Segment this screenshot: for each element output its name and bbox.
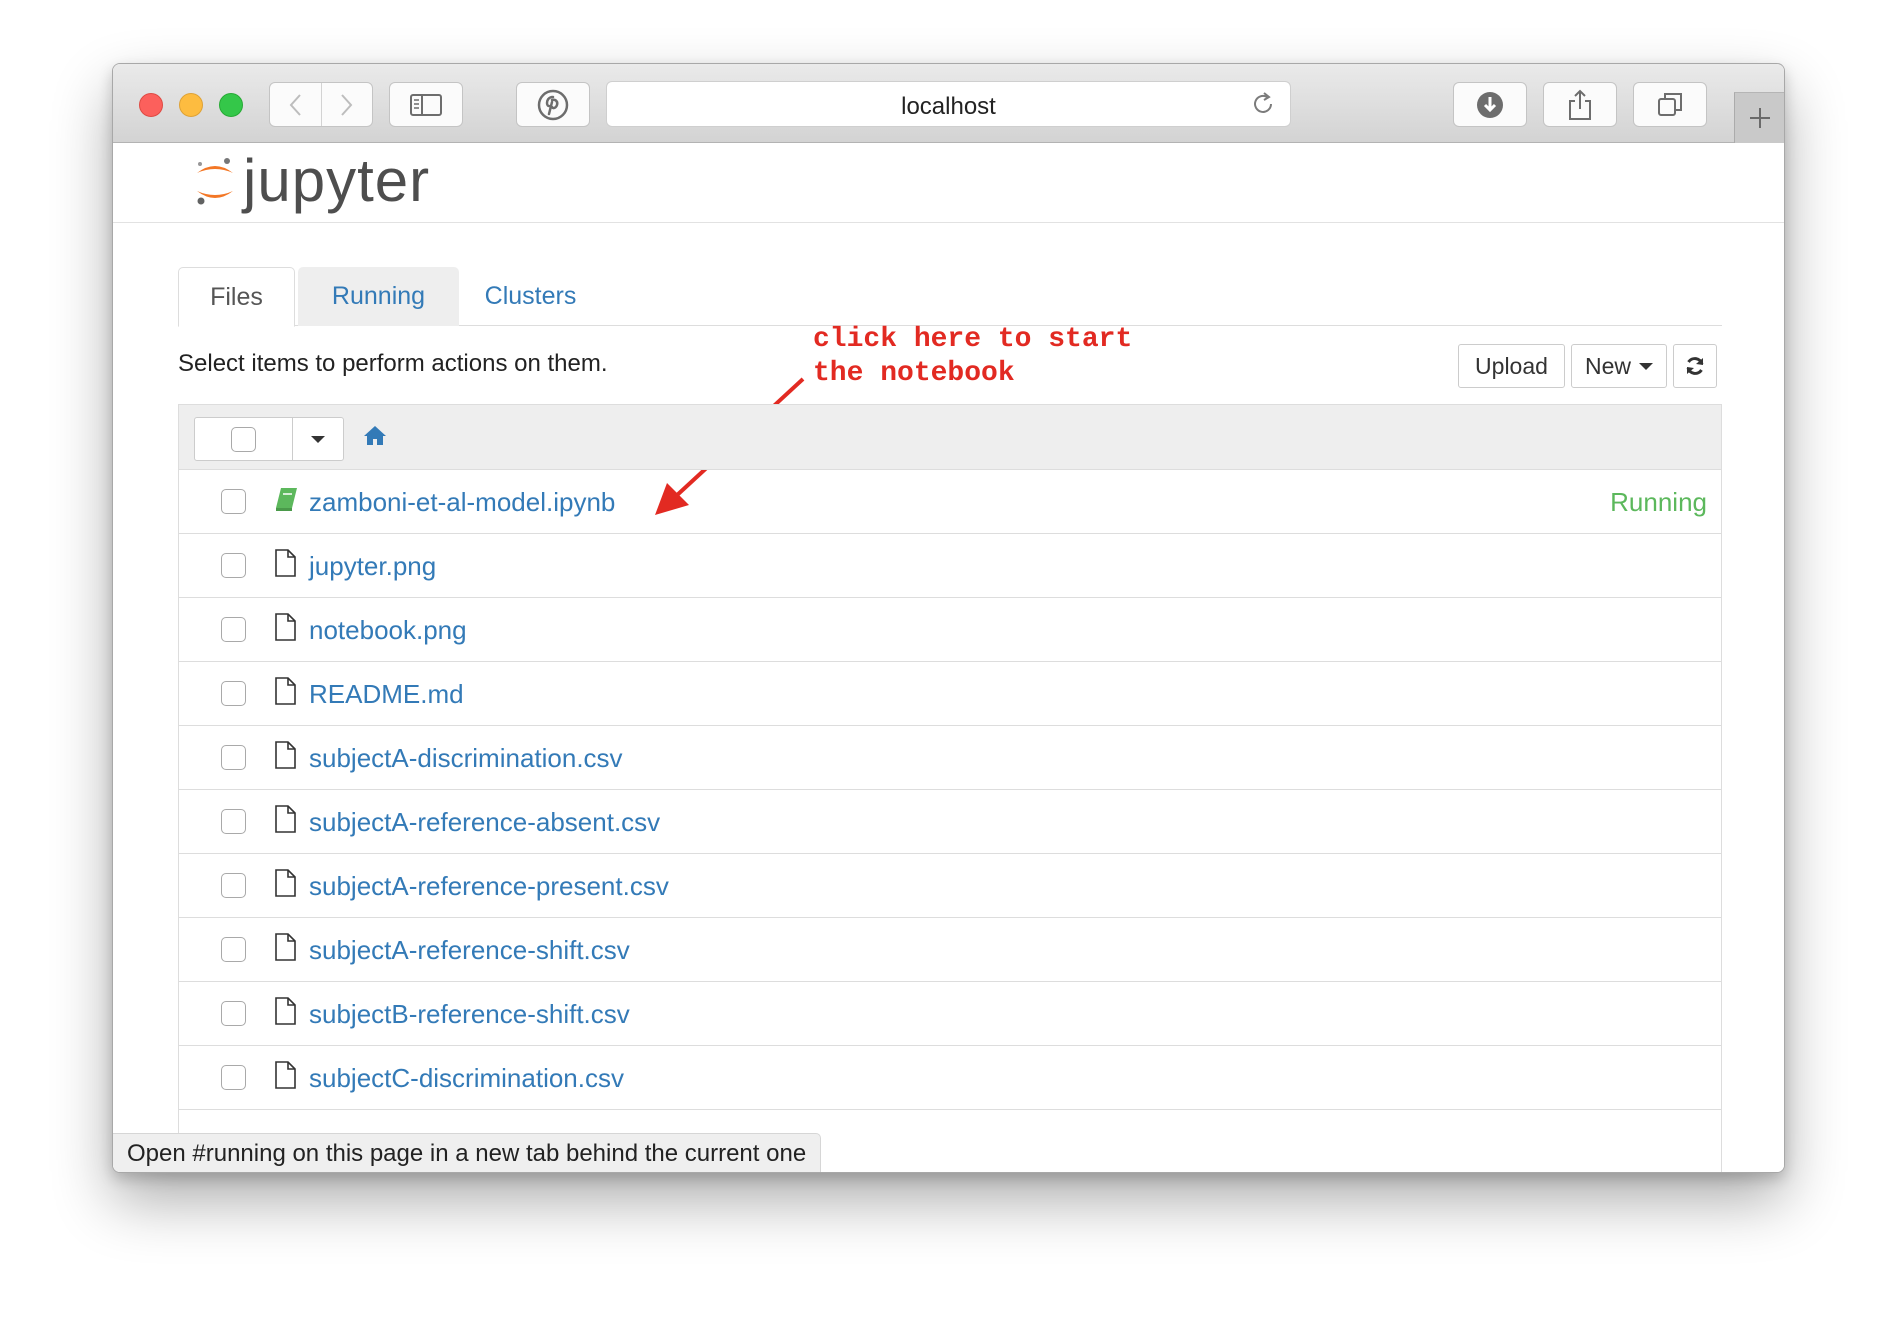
page-content: jupyter Files Running Clusters Select it…: [113, 143, 1784, 1172]
tab-running[interactable]: Running: [298, 267, 459, 326]
file-row[interactable]: README.md: [179, 662, 1721, 726]
select-all-checkbox-container: [195, 418, 293, 460]
downloads-button[interactable]: [1453, 82, 1527, 127]
file-link[interactable]: subjectA-reference-shift.csv: [309, 935, 630, 966]
file-checkbox[interactable]: [221, 809, 246, 834]
file-icon: [275, 613, 296, 641]
file-checkbox[interactable]: [221, 617, 246, 642]
file-icon: [275, 549, 296, 577]
browser-toolbar: localhost: [113, 64, 1784, 143]
address-bar[interactable]: localhost: [606, 81, 1291, 127]
file-checkbox[interactable]: [221, 1001, 246, 1026]
running-status: Running: [1610, 487, 1707, 517]
file-link[interactable]: README.md: [309, 679, 464, 710]
caret-down-icon: [311, 435, 325, 443]
jupyter-logo[interactable]: jupyter: [193, 151, 430, 211]
file-row[interactable]: subjectC-discrimination.csv: [179, 1046, 1721, 1110]
file-row[interactable]: subjectA-reference-present.csv: [179, 854, 1721, 918]
tab-clusters[interactable]: Clusters: [462, 267, 599, 326]
browser-window: localhost jupyter Files Running Clusters…: [112, 63, 1785, 1173]
file-link[interactable]: zamboni-et-al-model.ipynb: [309, 487, 615, 518]
file-checkbox[interactable]: [221, 553, 246, 578]
file-icon: [275, 997, 296, 1025]
pinterest-icon: [537, 89, 569, 120]
file-checkbox[interactable]: [221, 1065, 246, 1090]
plus-icon: [1749, 108, 1770, 128]
select-all-group: [194, 417, 344, 461]
file-checkbox[interactable]: [221, 745, 246, 770]
select-dropdown-toggle[interactable]: [293, 418, 343, 460]
link-status-bar: Open #running on this page in a new tab …: [113, 1133, 822, 1172]
file-icon: [275, 741, 296, 769]
home-icon[interactable]: [362, 424, 388, 446]
share-button[interactable]: [1543, 82, 1617, 127]
file-link[interactable]: subjectA-reference-present.csv: [309, 871, 669, 902]
refresh-button[interactable]: [1673, 344, 1717, 388]
notebook-icon: [276, 488, 297, 511]
tab-bar: Files Running Clusters: [178, 267, 1722, 327]
download-icon: [1477, 91, 1503, 118]
file-link[interactable]: notebook.png: [309, 615, 467, 646]
file-list-header: [179, 405, 1721, 470]
file-row[interactable]: subjectA-discrimination.csv: [179, 726, 1721, 790]
back-button[interactable]: [270, 83, 321, 126]
file-row[interactable]: subjectA-reference-absent.csv: [179, 790, 1721, 854]
tabs-icon: [1658, 92, 1682, 116]
jupyter-logo-icon: [197, 158, 233, 205]
file-icon: [275, 1061, 296, 1089]
close-window-button[interactable]: [139, 93, 163, 117]
refresh-icon: [1686, 357, 1704, 375]
new-dropdown-button[interactable]: New: [1571, 344, 1667, 388]
file-icon: [275, 677, 296, 705]
logo-text: jupyter: [243, 147, 431, 214]
forward-button[interactable]: [320, 83, 372, 126]
chevron-right-icon: [341, 93, 353, 116]
file-row[interactable]: subjectB-reference-shift.csv: [179, 982, 1721, 1046]
file-icon: [275, 805, 296, 833]
file-row[interactable]: zamboni-et-al-model.ipynb Running: [179, 470, 1721, 534]
file-checkbox[interactable]: [221, 873, 246, 898]
upload-button[interactable]: Upload: [1458, 344, 1565, 388]
share-icon: [1569, 89, 1591, 120]
file-row[interactable]: subjectA-reference-shift.csv: [179, 918, 1721, 982]
select-all-checkbox[interactable]: [231, 426, 256, 452]
caret-down-icon: [1639, 362, 1653, 370]
tab-files[interactable]: Files: [178, 267, 295, 327]
file-checkbox[interactable]: [221, 681, 246, 706]
file-link[interactable]: subjectC-discrimination.csv: [309, 1063, 624, 1094]
file-checkbox[interactable]: [221, 489, 246, 514]
reload-icon[interactable]: [1250, 91, 1276, 117]
chevron-left-icon: [290, 93, 302, 116]
navigation-buttons: [269, 82, 373, 127]
file-row[interactable]: jupyter.png: [179, 534, 1721, 598]
file-icon: [275, 933, 296, 961]
file-link[interactable]: jupyter.png: [309, 551, 436, 582]
file-link[interactable]: subjectA-discrimination.csv: [309, 743, 623, 774]
pinterest-button[interactable]: [516, 82, 590, 127]
jupyter-header: jupyter: [113, 143, 1784, 223]
new-button-label: New: [1584, 352, 1631, 379]
minimize-window-button[interactable]: [179, 93, 203, 117]
file-icon: [275, 869, 296, 897]
file-link[interactable]: subjectA-reference-absent.csv: [309, 807, 660, 838]
annotation-text: click here to start the notebook: [813, 324, 1133, 389]
sidebar-button[interactable]: [389, 82, 463, 127]
new-tab-button[interactable]: [1734, 92, 1784, 143]
file-row[interactable]: notebook.png: [179, 598, 1721, 662]
file-checkbox[interactable]: [221, 937, 246, 962]
instruction-text: Select items to perform actions on them.: [178, 350, 608, 377]
url-text: localhost: [901, 93, 996, 120]
sidebar-icon: [410, 93, 442, 116]
file-link[interactable]: subjectB-reference-shift.csv: [309, 999, 630, 1030]
zoom-window-button[interactable]: [219, 93, 243, 117]
tabs-overview-button[interactable]: [1633, 82, 1707, 127]
file-list: zamboni-et-al-model.ipynb Running jupyter.…: [178, 404, 1722, 1172]
